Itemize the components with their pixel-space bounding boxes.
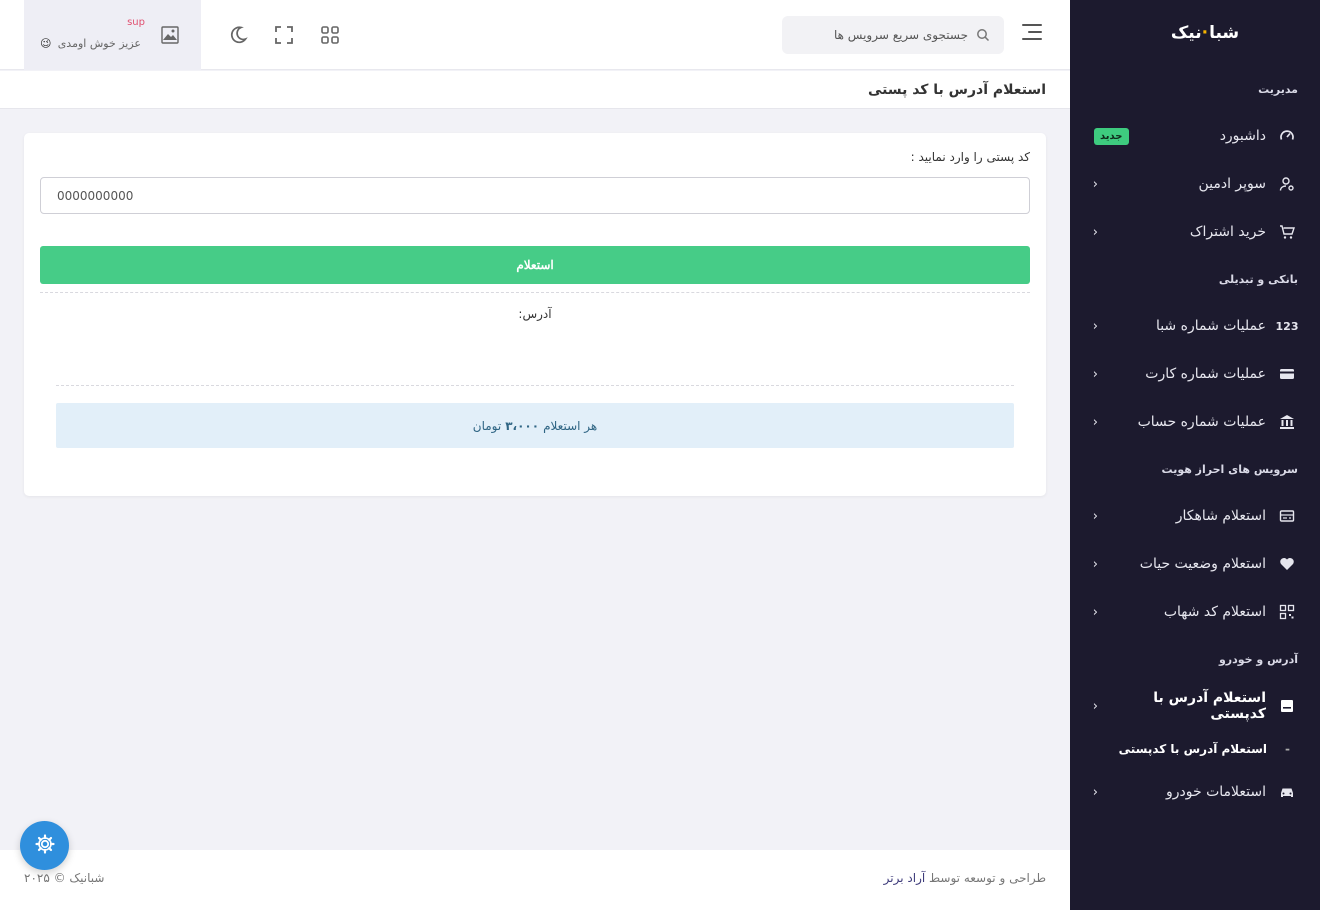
user-name: sup	[127, 17, 145, 28]
postal-code-input[interactable]	[40, 177, 1030, 214]
page-header: استعلام آدرس با کد پستی	[0, 71, 1070, 109]
credit-card-icon	[1278, 365, 1296, 383]
sidebar-item-label: سوپر ادمین	[1198, 176, 1266, 192]
logo-text-2: نیک	[1170, 23, 1202, 43]
id-card-icon	[1278, 507, 1296, 525]
apps-grid-icon[interactable]	[320, 25, 340, 45]
logo[interactable]: شبا · نیک	[1070, 0, 1320, 66]
chevron-left-icon: ‹	[1092, 604, 1098, 620]
cart-icon	[1278, 223, 1296, 241]
numbers-icon: 123	[1275, 319, 1299, 333]
page-title: استعلام آدرس با کد پستی	[867, 81, 1046, 98]
footer-copyright: شبانیک © ۲۰۲۵	[24, 871, 105, 885]
section-title-identity: سرویس های احراز هویت	[1161, 462, 1298, 476]
logo-dot: ·	[1201, 23, 1210, 43]
section-title-banking: بانکی و تبدیلی	[1218, 272, 1298, 286]
dark-mode-moon-icon[interactable]	[228, 25, 248, 45]
footer-credit-text: طراحی و توسعه توسط	[929, 871, 1046, 885]
user-gear-icon	[1278, 175, 1296, 193]
search-input[interactable]: جستجوی سریع سرویس ها	[782, 16, 1004, 54]
sidebar-item-label: عملیات شماره کارت	[1145, 366, 1266, 382]
document-icon	[1278, 697, 1296, 715]
chevron-left-icon: ‹	[1092, 176, 1098, 192]
chevron-left-icon: ‹	[1092, 414, 1098, 430]
sidebar-subitem-address-postal[interactable]: - استعلام آدرس با کدپستی	[1070, 730, 1320, 768]
sidebar-item-card-ops[interactable]: عملیات شماره کارت ‹	[1070, 350, 1320, 398]
sidebar-item-label: استعلام کد شهاب	[1163, 604, 1266, 620]
gear-icon	[34, 833, 56, 859]
divider	[40, 292, 1030, 293]
sidebar-subitem-label: استعلام آدرس با کدپستی	[1118, 742, 1268, 756]
section-title-address-car: آدرس و خودرو	[1218, 652, 1298, 666]
sidebar-item-address-postal[interactable]: استعلام آدرس با کدپستی ‹	[1070, 682, 1320, 730]
chevron-left-icon: ‹	[1092, 556, 1098, 572]
settings-fab-button[interactable]	[20, 821, 69, 870]
sidebar-item-label: خرید اشتراک	[1189, 224, 1266, 240]
car-icon	[1278, 783, 1296, 801]
search-icon	[976, 28, 990, 42]
topbar: جستجوی سریع سرویس ها sup عزیز خوش اومدی …	[0, 0, 1070, 70]
divider	[56, 385, 1014, 386]
chevron-left-icon: ‹	[1092, 318, 1098, 334]
section-title-management: مدیریت	[1258, 82, 1298, 96]
avatar	[161, 26, 179, 44]
address-result-label: آدرس:	[518, 307, 552, 321]
welcome-text: عزیز خوش اومدی	[57, 37, 141, 50]
heart-icon	[1278, 555, 1296, 573]
user-menu[interactable]: sup عزیز خوش اومدی 😉	[24, 0, 201, 70]
sidebar-item-subscription[interactable]: خرید اشتراک ‹	[1070, 208, 1320, 256]
footer-credit-link[interactable]: آراد برتر	[884, 871, 926, 885]
sub-item-dash: -	[1285, 742, 1290, 756]
chevron-left-icon: ‹	[1092, 366, 1098, 382]
price-amount: ۳،۰۰۰	[505, 418, 540, 433]
chevron-left-icon: ‹	[1092, 508, 1098, 524]
inquiry-button[interactable]: استعلام	[40, 246, 1030, 284]
sidebar-item-label: استعلام وضعیت حیات	[1139, 556, 1266, 572]
chevron-left-icon: ‹	[1092, 784, 1098, 800]
menu-icon[interactable]	[1022, 24, 1042, 44]
qr-code-icon	[1278, 603, 1296, 621]
footer-credit: طراحی و توسعه توسط آراد برتر	[884, 871, 1046, 885]
sidebar-item-label: عملیات شماره شبا	[1155, 318, 1266, 334]
sidebar-item-dashboard[interactable]: داشبورد جدید	[1070, 112, 1320, 160]
price-info-alert: هر استعلام ۳،۰۰۰ تومان	[56, 403, 1014, 448]
postal-code-inquiry-card: کد پستی را وارد نمایید : استعلام آدرس: ه…	[24, 133, 1046, 496]
price-info-prefix: هر استعلام	[543, 418, 598, 433]
sidebar-item-sheba-ops[interactable]: 123 عملیات شماره شبا ‹	[1070, 302, 1320, 350]
new-badge: جدید	[1094, 127, 1129, 145]
sidebar-item-super-admin[interactable]: سوپر ادمین ‹	[1070, 160, 1320, 208]
footer: طراحی و توسعه توسط آراد برتر شبانیک © ۲۰…	[0, 850, 1070, 910]
sidebar-item-label: استعلام آدرس با کدپستی	[1153, 690, 1266, 722]
speedometer-icon	[1278, 127, 1296, 145]
logo-text-1: شبا	[1209, 23, 1240, 43]
chevron-down-icon: ‹	[1092, 698, 1098, 714]
sidebar-item-life-status[interactable]: استعلام وضعیت حیات ‹	[1070, 540, 1320, 588]
sidebar-item-shahab[interactable]: استعلام کد شهاب ‹	[1070, 588, 1320, 636]
sidebar-item-car[interactable]: استعلامات خودرو ‹	[1070, 768, 1320, 816]
chevron-left-icon: ‹	[1092, 224, 1098, 240]
sidebar: شبا · نیک مدیریت داشبورد جدید سوپر ادمین ‹…	[1070, 0, 1320, 910]
price-currency: تومان	[472, 418, 502, 433]
sidebar-item-label: استعلام شاهکار	[1175, 508, 1266, 524]
sidebar-item-label: استعلامات خودرو	[1166, 784, 1266, 800]
sidebar-item-account-ops[interactable]: عملیات شماره حساب ‹	[1070, 398, 1320, 446]
wink-emoji-icon: 😉	[40, 37, 52, 50]
search-placeholder: جستجوی سریع سرویس ها	[833, 28, 968, 42]
sidebar-item-label: عملیات شماره حساب	[1137, 414, 1266, 430]
postal-code-label: کد پستی را وارد نمایید :	[910, 150, 1030, 164]
fullscreen-icon[interactable]	[274, 25, 294, 45]
sidebar-item-shahkar[interactable]: استعلام شاهکار ‹	[1070, 492, 1320, 540]
bank-icon	[1278, 413, 1296, 431]
